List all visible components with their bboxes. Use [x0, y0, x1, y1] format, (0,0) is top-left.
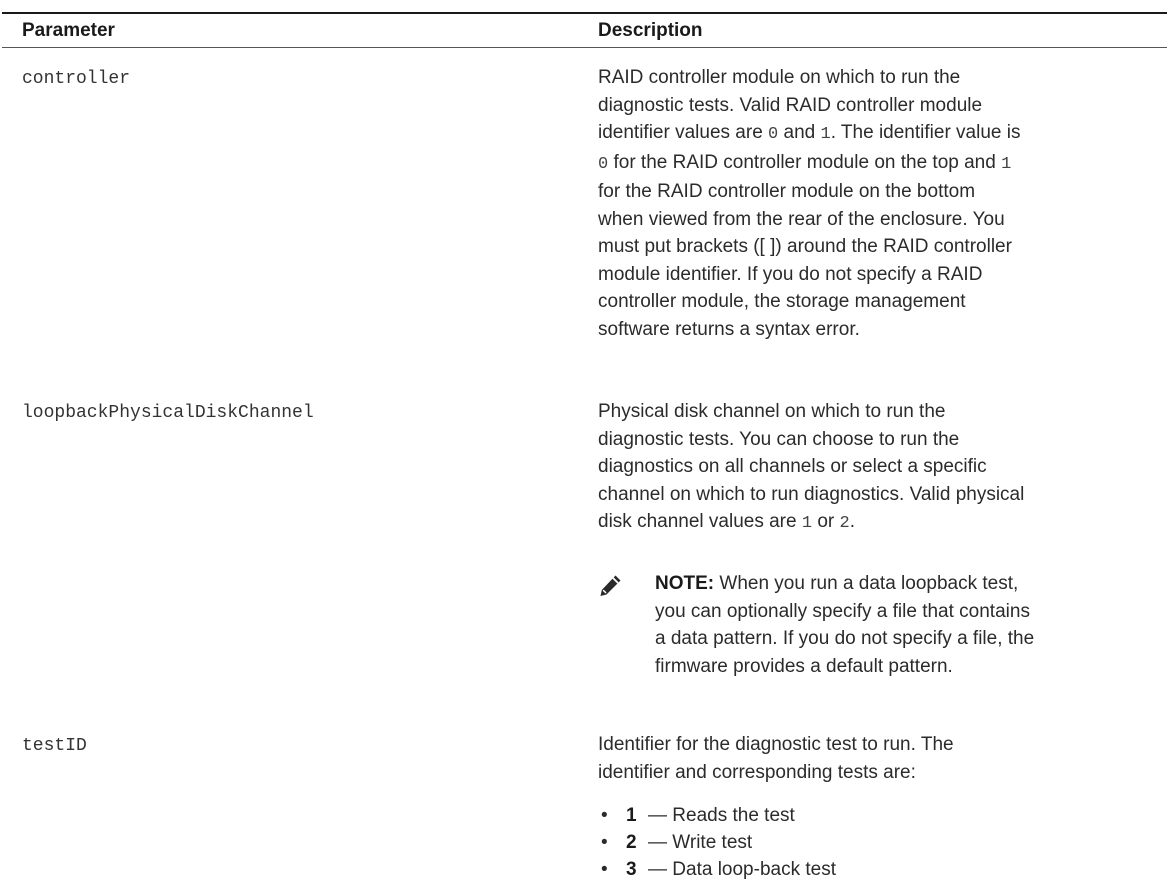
header-description: Description [598, 20, 703, 41]
desc-text: . The identifier value is [830, 122, 1021, 143]
note-line: you can optionally specify a file that c… [655, 600, 1030, 622]
bullet-icon: • [601, 805, 608, 826]
test-id-number: 2 [626, 832, 637, 853]
test-id-label: — Write test [648, 832, 753, 853]
note-line: firmware provides a default pattern. [655, 655, 953, 677]
parameter-table: Parameter Description controller RAID co… [0, 0, 1167, 896]
desc-text: for the RAID controller module on the to… [608, 151, 1002, 173]
param-description: Physical disk channel on which to run th… [598, 398, 1164, 538]
param-name: loopbackPhysicalDiskChannel [22, 403, 314, 423]
param-name: controller [22, 69, 131, 89]
note-text-span: When you run a data loopback test, [714, 573, 1019, 594]
desc-line: must put brackets ([ ]) around the RAID … [598, 236, 1012, 257]
desc-line: software returns a syntax error. [598, 318, 860, 340]
test-id-label: — Reads the test [648, 805, 795, 826]
desc-line: Physical disk channel on which to run th… [598, 401, 946, 422]
note-text: NOTE: When you run a data loopback test,… [655, 570, 1165, 680]
code-value: 1 [1001, 154, 1012, 174]
desc-text: . [849, 511, 855, 532]
header-rule [2, 47, 1167, 48]
desc-line: identifier and corresponding tests are: [598, 761, 916, 783]
note-line: NOTE: When you run a data loopback test, [655, 570, 1165, 598]
bullet-icon: • [601, 832, 608, 853]
desc-line: 0 for the RAID controller module on the … [598, 149, 1164, 179]
code-value: 1 [801, 514, 813, 533]
desc-line: channel on which to run diagnostics. Val… [598, 483, 1025, 505]
desc-line: identifier values are 0 and 1. The ident… [598, 119, 1164, 149]
list-item: • 2 — Write test [598, 829, 1164, 856]
desc-text: and [778, 122, 821, 143]
desc-line: for the RAID controller module on the bo… [598, 181, 976, 202]
note-line: a data pattern. If you do not specify a … [655, 628, 1035, 649]
pencil-note-icon [600, 575, 621, 596]
desc-line: RAID controller module on which to run t… [598, 67, 961, 88]
param-description: RAID controller module on which to run t… [598, 64, 1164, 343]
test-id-number: 3 [626, 859, 637, 880]
code-value: 0 [598, 154, 609, 174]
desc-line: when viewed from the rear of the enclosu… [598, 208, 1005, 230]
test-id-number: 1 [626, 805, 637, 826]
code-value: 1 [820, 125, 831, 144]
desc-text: disk channel values are [598, 511, 802, 532]
list-item: • 3 — Data loop-back test [598, 856, 1164, 883]
desc-line: diagnostics on all channels or select a … [598, 456, 987, 477]
param-name: testID [22, 736, 87, 756]
desc-line: diagnostic tests. Valid RAID controller … [598, 94, 983, 116]
param-description: Identifier for the diagnostic test to ru… [598, 731, 1164, 786]
desc-text: identifier values are [598, 122, 769, 143]
code-value: 2 [839, 514, 850, 533]
desc-line: module identifier. If you do not specify… [598, 263, 983, 285]
bullet-icon: • [601, 859, 608, 880]
test-id-label: — Data loop-back test [648, 859, 836, 880]
desc-line: Identifier for the diagnostic test to ru… [598, 734, 954, 755]
desc-line: diagnostic tests. You can choose to run … [598, 428, 960, 450]
desc-line: controller module, the storage managemen… [598, 291, 966, 312]
list-item: • 1 — Reads the test [598, 802, 1164, 829]
code-value: 0 [768, 125, 779, 144]
header-parameter: Parameter [22, 20, 115, 41]
note-label: NOTE: [655, 573, 715, 594]
desc-line: disk channel values are 1 or 2. [598, 508, 1164, 538]
desc-text: or [812, 511, 840, 532]
test-id-list: • 1 — Reads the test • 2 — Write test • … [598, 802, 1164, 883]
